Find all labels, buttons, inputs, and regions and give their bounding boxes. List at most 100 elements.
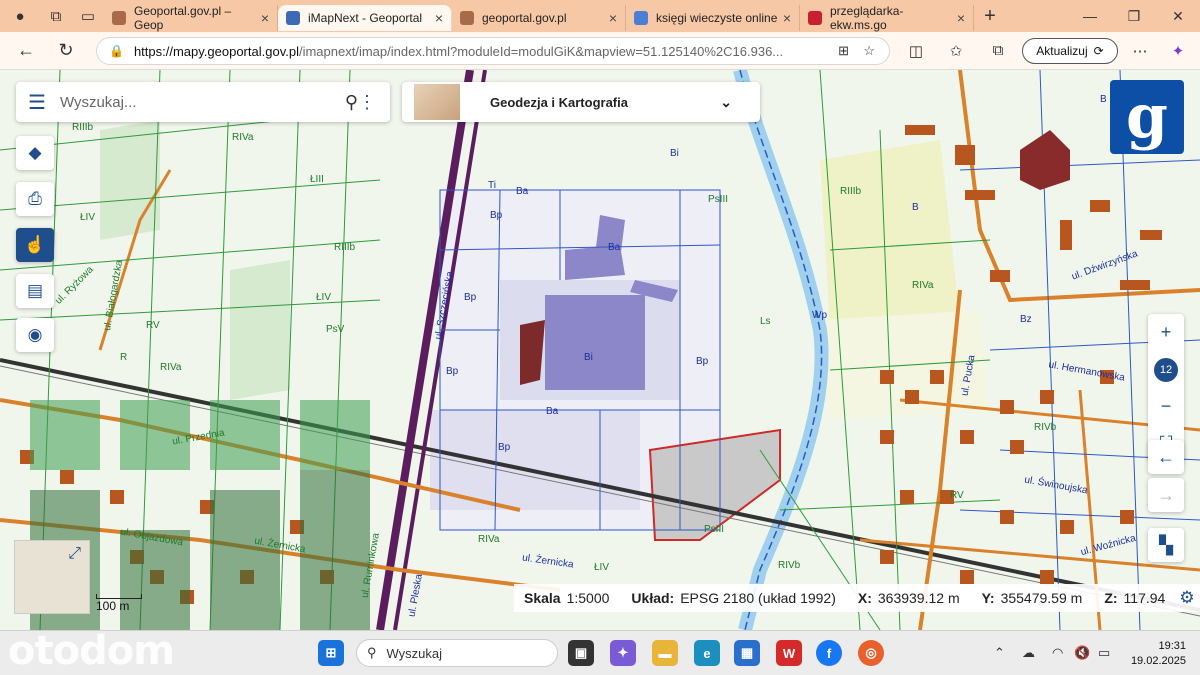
layers-icon: ◆ — [28, 143, 42, 162]
screenshot-button[interactable]: ◉ — [16, 318, 54, 352]
arrow-left-icon: ← — [1157, 446, 1175, 467]
favorites-icon[interactable]: ✩ — [940, 38, 972, 64]
printer-icon: ⎙ — [28, 189, 42, 208]
chevron-up-icon[interactable]: ⌃ — [994, 645, 1005, 661]
taskbar-clock[interactable]: 19:31 19.02.2025 — [1126, 639, 1186, 669]
minimize-icon[interactable]: — — [1068, 0, 1112, 32]
url-host: https://mapy.geoportal.gov.pl — [133, 43, 299, 59]
close-tab-icon[interactable]: × — [261, 10, 269, 26]
start-button[interactable]: ⊞ — [318, 640, 344, 666]
close-tab-icon[interactable]: × — [783, 10, 791, 26]
expand-icon[interactable]: ⤢ — [68, 545, 81, 563]
store-icon[interactable]: ▦ — [734, 640, 760, 666]
window-controls: — ❐ ✕ — [1068, 0, 1200, 32]
basemap-icon: ▚ — [1159, 534, 1173, 555]
scale-bar-label: 100 m — [96, 599, 130, 613]
update-button[interactable]: Aktualizuj ⟳ — [1022, 38, 1118, 64]
volume-muted-icon[interactable]: 🔇 — [1074, 645, 1090, 661]
taskbar-search-label: Wyszukaj — [386, 645, 443, 661]
zoom-in-button[interactable]: + — [1148, 314, 1184, 351]
map-canvas[interactable] — [0, 70, 1200, 630]
app-available-icon[interactable]: ⊞ — [838, 43, 849, 59]
lock-icon: 🔒 — [109, 44, 124, 58]
profile-icon[interactable]: ● — [0, 3, 40, 29]
tab-favicon-icon — [808, 11, 822, 25]
camera-icon: ◉ — [27, 325, 43, 344]
edge-browser-icon[interactable]: e — [694, 640, 720, 666]
close-tab-icon[interactable]: × — [609, 10, 617, 26]
chevron-down-icon[interactable]: ⌄ — [720, 94, 732, 111]
more-vert-icon[interactable]: ⋮ — [358, 92, 376, 113]
facebook-icon[interactable]: f — [816, 640, 842, 666]
zoom-out-button[interactable]: − — [1148, 388, 1184, 425]
x-label: X: — [857, 590, 872, 606]
module-thumbnail-icon — [414, 84, 460, 120]
system-value[interactable]: EPSG 2180 (układ 1992) — [680, 590, 836, 606]
scale-value[interactable]: 1:5000 — [567, 590, 610, 606]
tab-geoportal-1[interactable]: Geoportal.gov.pl – Geop × — [104, 4, 278, 32]
back-icon[interactable]: ← — [10, 38, 42, 64]
tab-imapnext[interactable]: iMapNext - Geoportal × — [278, 5, 452, 31]
update-label: Aktualizuj — [1036, 44, 1088, 58]
more-options-icon[interactable]: ⋯ — [1124, 38, 1156, 64]
map-view[interactable]: RIIIb RIVa ŁIII RIVb ŁIV ul. Ryżowa ul. … — [0, 70, 1200, 630]
refresh-icon[interactable]: ↻ — [50, 38, 82, 64]
tab-label: iMapNext - Geoportal — [308, 11, 423, 25]
tab-ekw[interactable]: przeglądarka-ekw.ms.go × — [800, 4, 974, 32]
scale-label: Skala — [524, 590, 561, 606]
map-search-box[interactable]: ☰ Wyszukaj... ⚲ ⋮ — [16, 82, 390, 122]
address-toolbar: ← ↻ 🔒 https://mapy.geoportal.gov.pl /ima… — [0, 32, 1200, 70]
layers-button[interactable]: ◆ — [16, 136, 54, 170]
battery-icon[interactable]: ▭ — [1098, 645, 1110, 661]
copilot-taskbar-icon[interactable]: ✦ — [610, 640, 636, 666]
collections-icon[interactable]: ⧉ — [982, 38, 1014, 64]
favorite-star-icon[interactable]: ☆ — [863, 43, 875, 59]
hamburger-menu-icon[interactable]: ☰ — [28, 90, 46, 115]
close-tab-icon[interactable]: × — [957, 10, 965, 26]
windows-taskbar: ⊞ ⚲ Wyszukaj ▣ ✦ ▬ e ▦ W f ◎ ⌃ ☁ ◠ 🔇 ▭ 1… — [0, 630, 1200, 675]
overview-map[interactable]: ⤢ — [14, 540, 90, 614]
firefox-icon[interactable]: ◎ — [858, 640, 884, 666]
basemap-button[interactable]: ▚ — [1148, 528, 1184, 562]
close-tab-icon[interactable]: × — [435, 10, 443, 26]
y-value: 355479.59 m — [1000, 590, 1083, 606]
search-favicon-icon — [634, 11, 648, 25]
new-tab-icon[interactable]: + — [974, 3, 1006, 29]
split-screen-icon[interactable]: ◫ — [900, 38, 932, 64]
clock-time: 19:31 — [1158, 640, 1186, 652]
print-button[interactable]: ⎙ — [16, 182, 54, 216]
file-explorer-icon[interactable]: ▬ — [652, 640, 678, 666]
browser-tab-bar: ● ⧉ ▭ Geoportal.gov.pl – Geop × iMapNext… — [0, 0, 1200, 32]
system-label: Układ: — [631, 590, 675, 606]
tab-geoportal-2[interactable]: geoportal.gov.pl × — [452, 5, 626, 31]
forward-extent-button[interactable]: → — [1148, 478, 1184, 512]
geoportal-logo[interactable]: g — [1110, 80, 1184, 154]
tab-label: przeglądarka-ekw.ms.go — [830, 4, 904, 32]
restore-icon[interactable]: ❐ — [1112, 0, 1156, 32]
arrow-right-icon: → — [1157, 484, 1175, 505]
wifi-icon[interactable]: ◠ — [1052, 645, 1063, 661]
url-path: /imapnext/imap/index.html?moduleId=modul… — [298, 43, 784, 59]
url-field[interactable]: 🔒 https://mapy.geoportal.gov.pl /imapnex… — [96, 37, 890, 65]
taskbar-search[interactable]: ⚲ Wyszukaj — [356, 639, 558, 667]
coordinates-status-bar: Skala 1:5000 Układ: EPSG 2180 (układ 199… — [514, 584, 1200, 612]
workspaces-icon[interactable]: ⧉ — [40, 3, 72, 29]
scale-bar: 100 m — [96, 594, 142, 613]
weather-cloud-icon[interactable]: ☁ — [1022, 645, 1035, 661]
clipboard-icon: ▤ — [26, 281, 44, 300]
task-view-icon[interactable]: ▣ — [568, 640, 594, 666]
close-window-icon[interactable]: ✕ — [1156, 0, 1200, 32]
tasks-button[interactable]: ▤ — [16, 274, 54, 308]
search-icon[interactable]: ⚲ — [345, 92, 358, 113]
tab-ksiegi[interactable]: księgi wieczyste online × — [626, 5, 800, 31]
settings-gear-icon[interactable]: ⚙ — [1179, 588, 1194, 608]
watermark-logo: otodom — [8, 628, 175, 674]
wps-office-icon[interactable]: W — [776, 640, 802, 666]
identify-button[interactable]: ☝ — [16, 228, 54, 262]
tab-actions-icon[interactable]: ▭ — [72, 3, 104, 29]
tab-favicon-icon — [460, 11, 474, 25]
search-placeholder[interactable]: Wyszukaj... — [60, 94, 137, 111]
back-extent-button[interactable]: ← — [1148, 440, 1184, 474]
module-dropdown[interactable]: Geodezja i Kartografia ⌄ — [402, 82, 760, 122]
copilot-icon[interactable]: ✦ — [1162, 38, 1194, 64]
